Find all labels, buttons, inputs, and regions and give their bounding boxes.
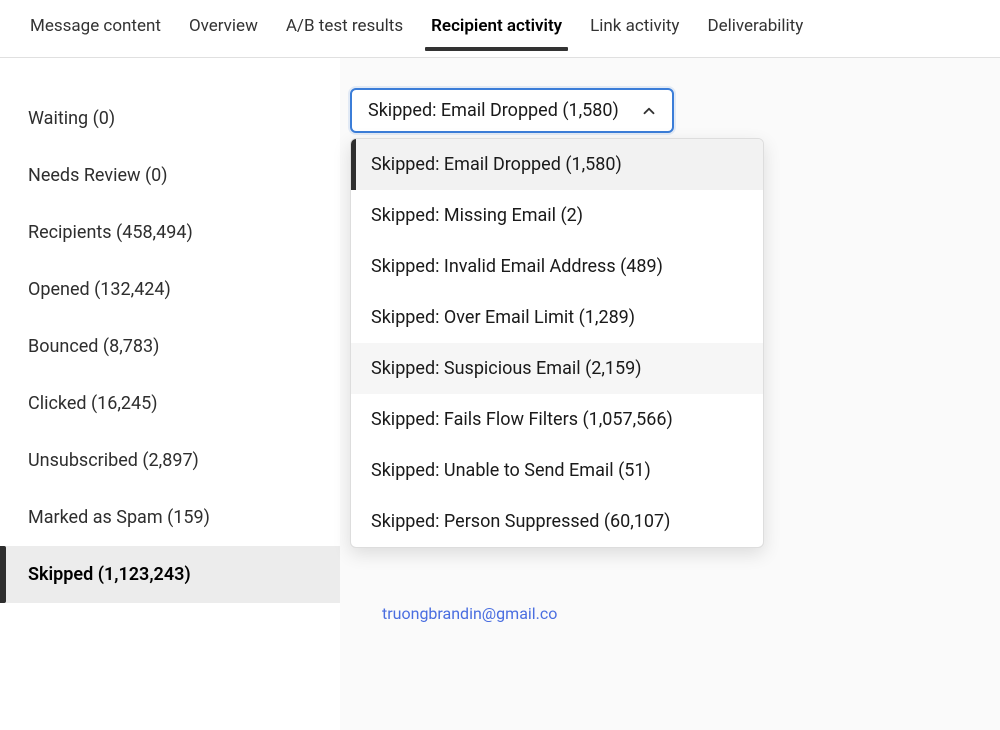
dropdown-option-over-email-limit[interactable]: Skipped: Over Email Limit (1,289) bbox=[351, 292, 763, 343]
dropdown-option-invalid-email[interactable]: Skipped: Invalid Email Address (489) bbox=[351, 241, 763, 292]
tab-deliverability[interactable]: Deliverability bbox=[693, 0, 817, 50]
dropdown-option-fails-flow-filters[interactable]: Skipped: Fails Flow Filters (1,057,566) bbox=[351, 394, 763, 445]
main-area: Waiting (0) Needs Review (0) Recipients … bbox=[0, 58, 1000, 730]
dropdown-option-person-suppressed[interactable]: Skipped: Person Suppressed (60,107) bbox=[351, 496, 763, 547]
sidebar-item-skipped[interactable]: Skipped (1,123,243) bbox=[0, 546, 340, 603]
sidebar-item-marked-as-spam[interactable]: Marked as Spam (159) bbox=[0, 489, 340, 546]
content-area: Skipped: Email Dropped (1,580) truongbra… bbox=[340, 58, 1000, 730]
email-link[interactable]: truongbrandin@gmail.co bbox=[382, 604, 557, 623]
sidebar-item-clicked[interactable]: Clicked (16,245) bbox=[0, 375, 340, 432]
dropdown-option-email-dropped[interactable]: Skipped: Email Dropped (1,580) bbox=[351, 139, 763, 190]
tab-ab-test-results[interactable]: A/B test results bbox=[272, 0, 417, 50]
sidebar-item-unsubscribed[interactable]: Unsubscribed (2,897) bbox=[0, 432, 340, 489]
tabs-bar: Message content Overview A/B test result… bbox=[0, 0, 1000, 58]
sidebar-item-needs-review[interactable]: Needs Review (0) bbox=[0, 147, 340, 204]
dropdown-option-missing-email[interactable]: Skipped: Missing Email (2) bbox=[351, 190, 763, 241]
skip-reason-dropdown-menu: Skipped: Email Dropped (1,580) Skipped: … bbox=[350, 138, 764, 548]
tab-message-content[interactable]: Message content bbox=[16, 0, 175, 50]
chevron-up-icon bbox=[640, 102, 658, 120]
sidebar-item-waiting[interactable]: Waiting (0) bbox=[0, 90, 340, 147]
tab-link-activity[interactable]: Link activity bbox=[576, 0, 693, 50]
dropdown-selected-label: Skipped: Email Dropped (1,580) bbox=[368, 100, 619, 121]
skip-reason-dropdown[interactable]: Skipped: Email Dropped (1,580) bbox=[350, 88, 674, 133]
tab-overview[interactable]: Overview bbox=[175, 0, 272, 50]
sidebar-item-bounced[interactable]: Bounced (8,783) bbox=[0, 318, 340, 375]
dropdown-option-unable-to-send[interactable]: Skipped: Unable to Send Email (51) bbox=[351, 445, 763, 496]
tab-recipient-activity[interactable]: Recipient activity bbox=[417, 0, 576, 50]
sidebar-item-recipients[interactable]: Recipients (458,494) bbox=[0, 204, 340, 261]
sidebar: Waiting (0) Needs Review (0) Recipients … bbox=[0, 58, 340, 730]
dropdown-option-suspicious-email[interactable]: Skipped: Suspicious Email (2,159) bbox=[351, 343, 763, 394]
sidebar-item-opened[interactable]: Opened (132,424) bbox=[0, 261, 340, 318]
